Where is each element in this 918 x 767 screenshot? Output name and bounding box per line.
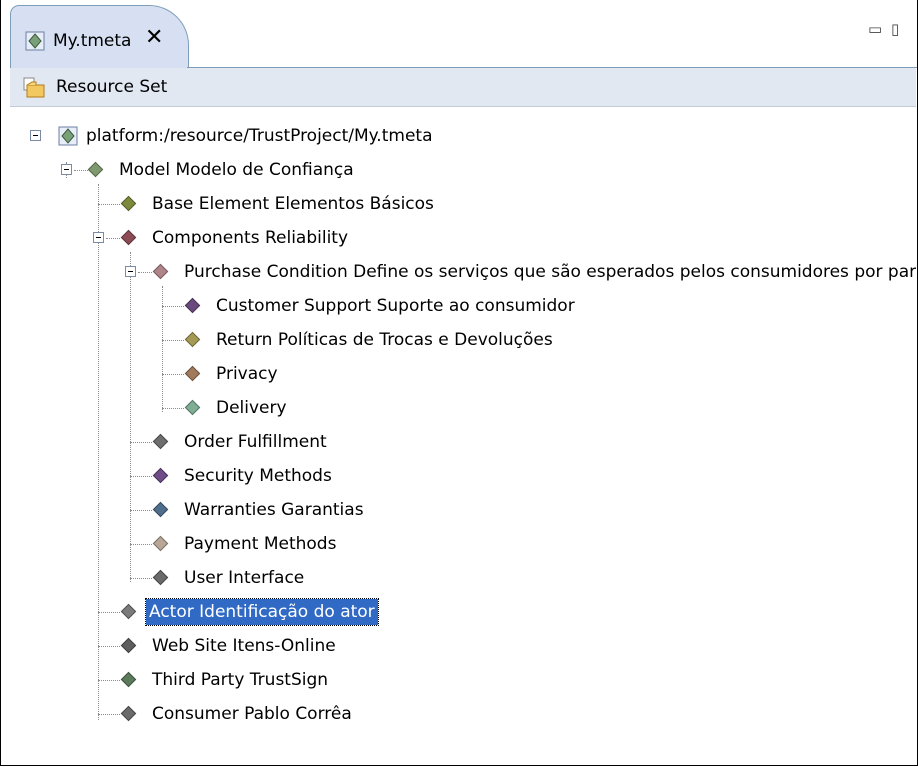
tree-connector — [98, 184, 100, 720]
tree-item-label: Purchase Condition Define os serviços qu… — [184, 262, 916, 282]
tree-connector — [98, 714, 120, 716]
element-node-icon — [120, 603, 137, 620]
collapse-icon[interactable] — [61, 164, 72, 175]
element-node-icon — [120, 229, 137, 246]
element-node-icon — [184, 399, 201, 416]
tree-item-label: Web Site Itens-Online — [152, 636, 336, 656]
tree-connector — [162, 374, 184, 376]
element-node-icon — [120, 195, 137, 212]
element-node-icon — [184, 331, 201, 348]
resource-tree[interactable]: platform:/resource/TrustProject/My.tmeta… — [10, 106, 916, 765]
element-node-icon — [152, 433, 169, 450]
tree-item-label: Warranties Garantias — [184, 500, 364, 520]
tree-connector — [130, 252, 132, 582]
tree-connector — [74, 170, 88, 172]
collapse-icon[interactable] — [93, 232, 104, 243]
element-node-icon — [184, 365, 201, 382]
tree-item-label: Privacy — [216, 364, 278, 384]
element-node-icon — [120, 637, 137, 654]
element-node-icon — [120, 705, 137, 722]
tree-connector — [130, 442, 152, 444]
tree-item-label: Payment Methods — [184, 534, 337, 554]
tree-item-label: Base Element Elementos Básicos — [152, 194, 434, 214]
element-node-icon — [152, 501, 169, 518]
tree-item-label: Components Reliability — [152, 228, 349, 248]
element-node-icon — [120, 671, 137, 688]
collapse-icon[interactable] — [125, 266, 136, 277]
tree-connector — [162, 286, 164, 412]
tree-item-label: Security Methods — [184, 466, 332, 486]
tree-connector — [162, 340, 184, 342]
tree-item-label: Return Políticas de Trocas e Devoluções — [216, 330, 553, 350]
tree-connector — [130, 510, 152, 512]
tree-item-label: Third Party TrustSign — [152, 670, 329, 690]
tree-connector — [106, 238, 120, 240]
tree-connector — [162, 306, 184, 308]
model-node-icon — [87, 161, 104, 178]
element-node-icon — [152, 535, 169, 552]
tree-item-label: Consumer Pablo Corrêa — [152, 704, 352, 724]
tree-connector — [98, 612, 120, 614]
tree-connector — [130, 578, 152, 580]
tree-item-label: Order Fulfillment — [184, 432, 327, 452]
tree-item-label: User Interface — [184, 568, 305, 588]
collapse-icon[interactable] — [30, 130, 41, 141]
tree-item-label: Delivery — [216, 398, 287, 418]
model-file-icon — [58, 126, 78, 154]
element-node-icon — [152, 263, 169, 280]
tree-connector — [98, 646, 120, 648]
element-node-icon — [152, 467, 169, 484]
element-node-icon — [152, 569, 169, 586]
tree-item-label: Model Modelo de Confiança — [119, 160, 354, 180]
tree-connector — [130, 544, 152, 546]
tree-item-label: Customer Support Suporte ao consumidor — [216, 296, 575, 316]
tree-item-label-selected: Actor Identificação do ator — [145, 598, 379, 626]
tree-connector — [98, 204, 120, 206]
tree-connector — [130, 476, 152, 478]
tree-connector — [138, 272, 152, 274]
element-node-icon — [184, 297, 201, 314]
tree-connector — [162, 408, 184, 410]
tree-root-label: platform:/resource/TrustProject/My.tmeta — [86, 126, 433, 146]
tree-connector — [98, 680, 120, 682]
